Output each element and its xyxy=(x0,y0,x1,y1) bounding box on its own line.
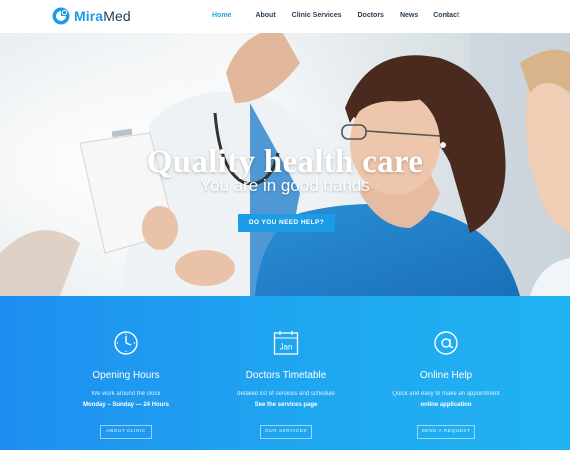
clock-icon xyxy=(114,331,138,355)
hero-subtitle: You are in good hands xyxy=(200,176,370,195)
feature-detail[interactable]: online application xyxy=(351,402,541,408)
social-links: f t xyxy=(446,9,459,21)
calendar-month-label: Jan xyxy=(280,343,293,352)
feature-title: Online Help xyxy=(419,370,473,381)
twitter-icon[interactable]: t xyxy=(457,9,459,21)
nav-about[interactable]: About xyxy=(255,10,275,22)
main-nav: Home About Clinic Services Doctors News … xyxy=(212,10,459,22)
nav-home[interactable]: Home xyxy=(212,10,231,22)
nav-news[interactable]: News xyxy=(400,10,418,22)
feature-description: Quick and easy to make an appointment xyxy=(392,391,500,397)
features-section: Opening Hours We work around the clock M… xyxy=(0,296,570,450)
hero-banner: Quality health care You are in good hand… xyxy=(0,33,570,296)
our-services-button[interactable]: OUR SERVICES xyxy=(260,425,312,439)
send-request-button[interactable]: SEND A REQUEST xyxy=(417,425,475,439)
logo[interactable]: MiraMed xyxy=(52,7,131,25)
calendar-icon: Jan xyxy=(273,331,299,355)
need-help-button[interactable]: DO YOU NEED HELP? xyxy=(238,214,335,232)
logo-icon xyxy=(52,7,70,25)
site-header: MiraMed Home About Clinic Services Docto… xyxy=(0,0,570,33)
at-sign-icon xyxy=(434,331,458,355)
nav-clinic-services[interactable]: Clinic Services xyxy=(292,10,342,22)
about-clinic-button[interactable]: ABOUT CLINIC xyxy=(100,425,152,439)
logo-text: MiraMed xyxy=(74,8,131,24)
nav-doctors[interactable]: Doctors xyxy=(357,10,383,22)
facebook-icon[interactable]: f xyxy=(446,9,448,21)
